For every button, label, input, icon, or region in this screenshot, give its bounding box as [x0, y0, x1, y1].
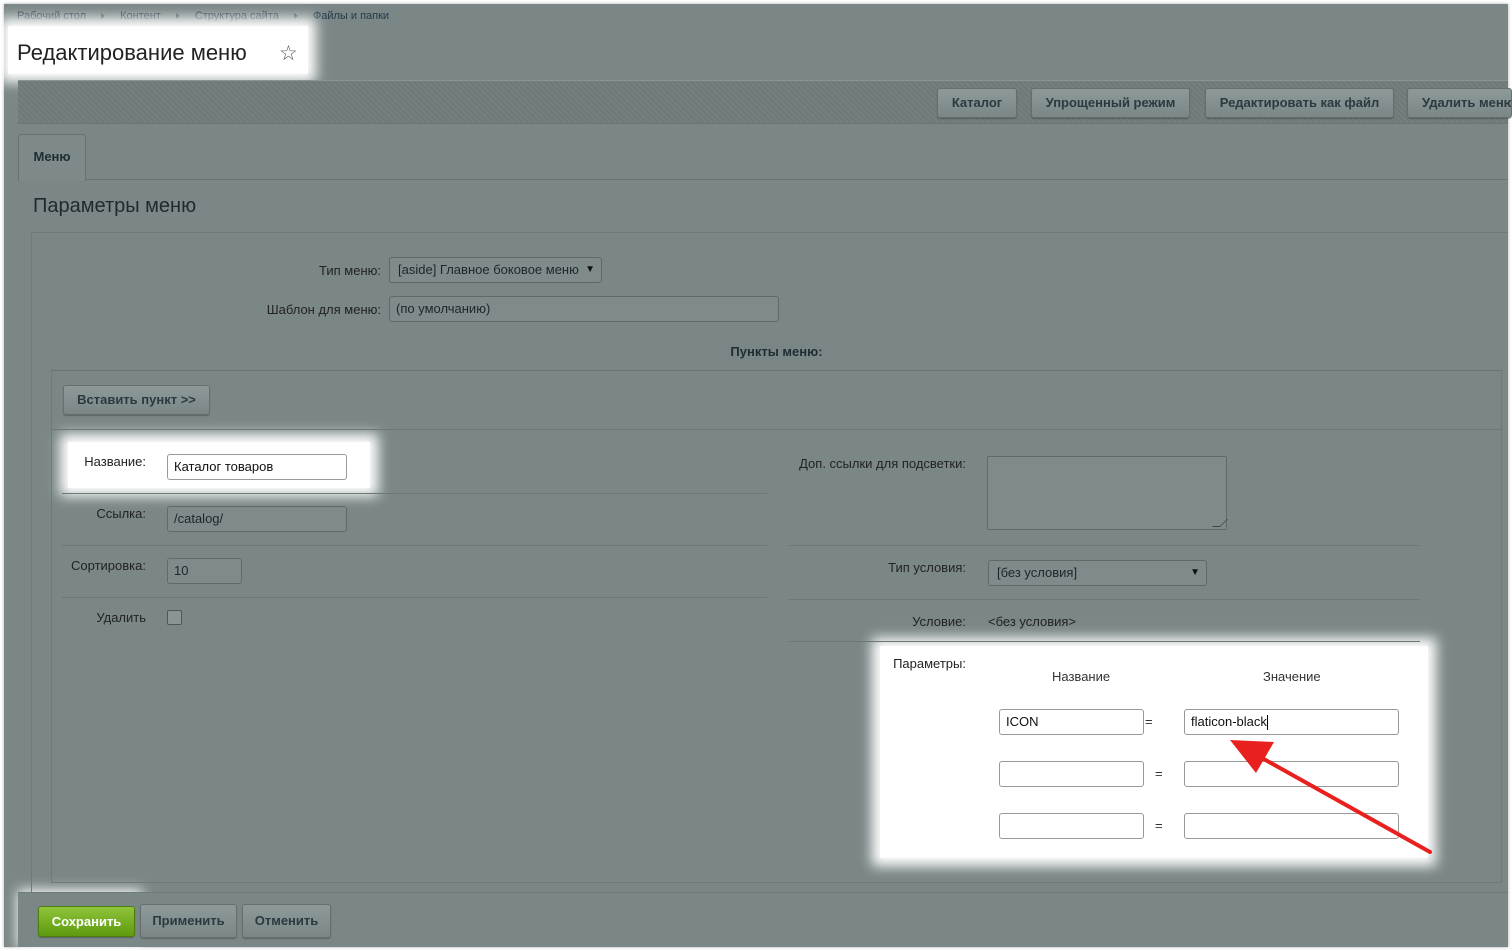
breadcrumb-item-content[interactable]: Контент [120, 10, 161, 22]
condition-type-label: Тип условия: [888, 560, 966, 575]
item-sort-label: Сортировка: [71, 558, 146, 573]
divider [789, 599, 1420, 600]
page-title: Редактирование меню [17, 40, 247, 65]
cancel-button[interactable]: Отменить [242, 904, 331, 938]
divider [62, 545, 767, 546]
text-cursor [1266, 715, 1268, 731]
condition-label: Условие: [912, 614, 966, 629]
param-eq-2: = [1155, 766, 1163, 781]
extra-links-label: Доп. ссылки для подсветки: [799, 456, 966, 471]
condition-value: <без условия> [988, 614, 1077, 629]
item-link-input[interactable]: /catalog/ [167, 506, 347, 532]
delete-menu-button[interactable]: Удалить меню [1407, 88, 1512, 118]
params-col-name: Название [1052, 669, 1111, 684]
template-label: Шаблон для меню: [266, 302, 381, 317]
divider [52, 429, 1502, 430]
breadcrumb-separator-icon [293, 13, 298, 19]
divider [62, 493, 767, 494]
menu-type-value: [aside] Главное боковое меню [398, 262, 579, 277]
param-name-input-1[interactable]: ICON [999, 709, 1144, 735]
tab-strip [18, 134, 1508, 180]
item-delete-checkbox[interactable] [167, 610, 182, 625]
menu-type-label: Тип меню: [319, 263, 381, 278]
divider [789, 545, 1420, 546]
param-value-input-2[interactable] [1184, 761, 1399, 787]
extra-links-textarea[interactable] [987, 456, 1227, 530]
save-button[interactable]: Сохранить [38, 906, 135, 937]
dropdown-caret-icon: ▼ [585, 264, 595, 275]
breadcrumb-item-site-structure[interactable]: Структура сайта [195, 10, 279, 22]
simple-mode-button[interactable]: Упрощенный режим [1031, 88, 1190, 118]
template-input[interactable]: (по умолчанию) [389, 296, 779, 322]
star-icon[interactable]: ☆ [279, 41, 298, 67]
item-name-label: Название: [84, 454, 146, 469]
breadcrumb-item-desktop[interactable]: Рабочий стол [17, 10, 86, 22]
breadcrumb-item-files-folders[interactable]: Файлы и папки [313, 10, 389, 22]
param-eq-1: = [1145, 714, 1153, 729]
param-name-input-2[interactable] [999, 761, 1144, 787]
condition-type-value: [без условия] [997, 565, 1078, 580]
param-eq-3: = [1155, 818, 1163, 833]
divider [789, 641, 1420, 642]
params-col-value: Значение [1263, 669, 1321, 684]
dropdown-caret-icon: ▼ [1190, 567, 1200, 578]
item-link-label: Ссылка: [96, 506, 146, 521]
menu-items-box [51, 333, 1502, 883]
params-label: Параметры: [893, 656, 966, 671]
item-delete-label: Удалить [96, 610, 146, 625]
param-value-input-3[interactable] [1184, 813, 1399, 839]
divider [62, 597, 767, 598]
param-value-input-1[interactable]: flaticon-black [1184, 709, 1399, 735]
breadcrumb: Рабочий стол Контент Структура сайта Фай… [17, 10, 389, 22]
edit-as-file-button[interactable]: Редактировать как файл [1205, 88, 1394, 118]
condition-type-select[interactable]: [без условия] ▼ [988, 560, 1207, 586]
tab-menu[interactable]: Меню [18, 134, 86, 181]
breadcrumb-separator-icon [101, 13, 106, 19]
section-title: Параметры меню [33, 195, 197, 217]
param-name-input-3[interactable] [999, 813, 1144, 839]
apply-button[interactable]: Применить [140, 904, 237, 938]
breadcrumb-separator-icon [175, 13, 180, 19]
catalog-button[interactable]: Каталог [937, 88, 1017, 118]
menu-type-select[interactable]: [aside] Главное боковое меню ▼ [389, 257, 602, 283]
item-sort-input[interactable]: 10 [167, 558, 242, 584]
menu-items-header: Пункты меню: [51, 333, 1502, 371]
param-value-text-1: flaticon-black [1191, 714, 1267, 729]
item-name-input[interactable]: Каталог товаров [167, 454, 347, 480]
insert-item-button[interactable]: Вставить пункт >> [63, 385, 210, 415]
